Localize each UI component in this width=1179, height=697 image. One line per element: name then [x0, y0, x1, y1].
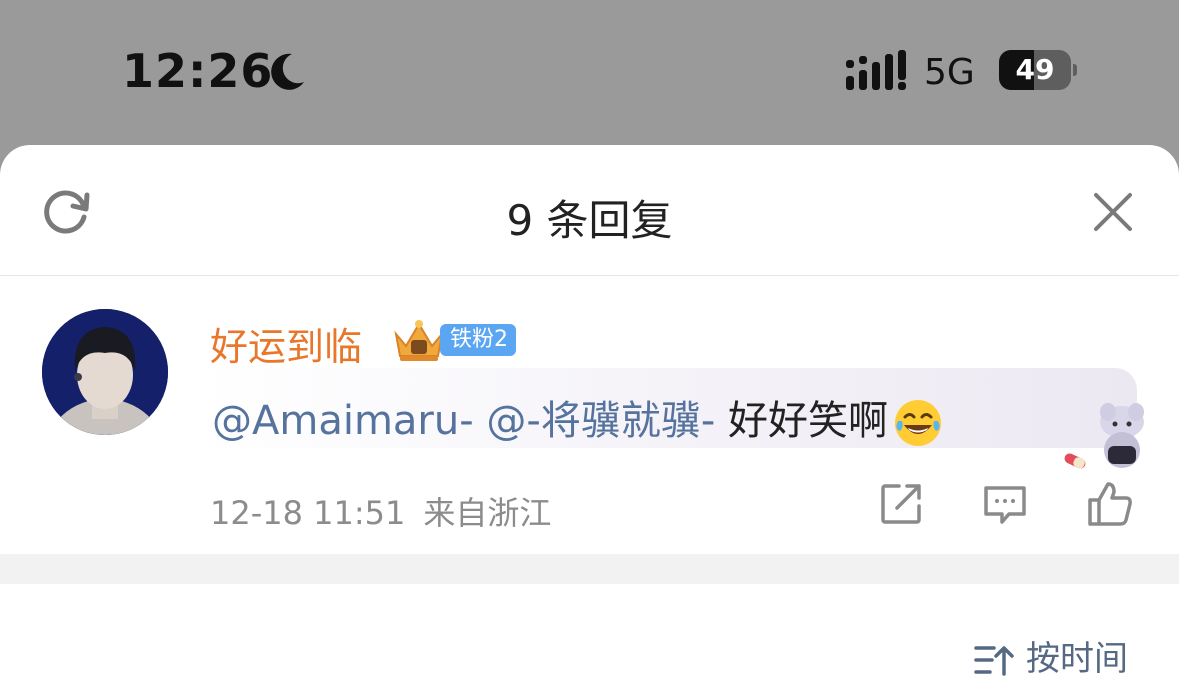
laughing-tears-emoji [894, 400, 941, 446]
reply-icon[interactable] [981, 480, 1029, 528]
mention-link[interactable]: @-将骥就骥- [486, 398, 715, 444]
battery-level: 49 [1015, 53, 1055, 86]
signal-icon [846, 50, 906, 90]
battery-icon: 49 [999, 50, 1077, 90]
location: 来自浙江 [423, 494, 552, 532]
mention-link[interactable]: @Amaimaru- [212, 398, 474, 444]
section-divider [0, 554, 1179, 584]
comment-item[interactable]: 好运到临 铁粉2 @Amaimaru- @-将骥就骥- 好好笑啊 12-18 1… [0, 276, 1179, 554]
clock: 12:26 [122, 44, 274, 98]
crown-icon [394, 320, 444, 361]
close-icon[interactable] [1090, 189, 1136, 235]
bunny-sticker [1064, 403, 1144, 469]
sort-icon [974, 645, 1014, 676]
fan-badge: 铁粉2 [440, 324, 516, 356]
sort-button[interactable]: 按时间 [974, 631, 1128, 680]
sort-label: 按时间 [1026, 639, 1128, 679]
sheet-header: 9 条回复 [0, 145, 1179, 276]
moon-icon [271, 53, 304, 90]
username[interactable]: 好运到临 [210, 316, 362, 371]
network-type: 5G [924, 52, 975, 93]
like-icon[interactable] [1086, 480, 1134, 528]
share-icon[interactable] [877, 480, 925, 528]
avatar[interactable] [42, 309, 168, 435]
status-bar: 12:26 5G 49 [0, 0, 1179, 145]
page-title: 9 条回复 [506, 196, 673, 245]
comment-meta: 12-18 11:51 来自浙江 [210, 488, 551, 534]
comment-body: 好好笑啊 [727, 398, 888, 444]
replies-sheet: 9 条回复 好运到临 铁粉2 @Amaimaru- @-将骥就骥- 好好笑啊 1… [0, 145, 1179, 697]
comment-text: @Amaimaru- @-将骥就骥- 好好笑啊 [212, 388, 944, 449]
timestamp: 12-18 11:51 [210, 494, 406, 532]
